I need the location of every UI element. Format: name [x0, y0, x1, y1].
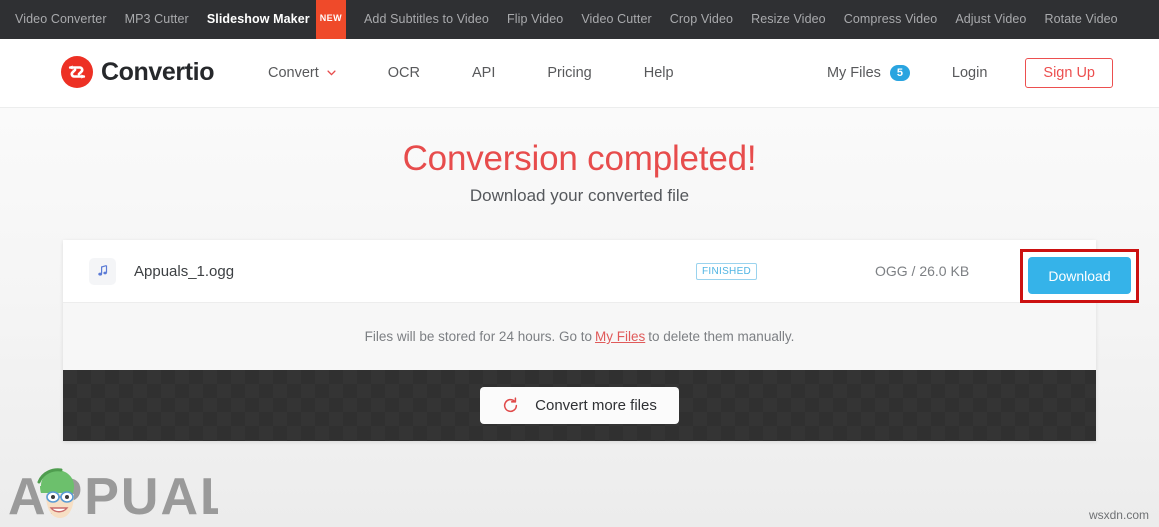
new-badge: NEW — [315, 0, 346, 39]
my-files-inline-link[interactable]: My Files — [595, 329, 645, 344]
svg-text:APPUALS: APPUALS — [8, 468, 218, 524]
nav-item-label: Help — [643, 65, 674, 81]
topbar-item-label: Video Converter — [15, 12, 107, 26]
my-files-count-badge: 5 — [889, 65, 910, 81]
topbar-item-label: Add Subtitles to Video — [363, 12, 489, 26]
nav-item-ocr[interactable]: OCR — [362, 39, 446, 107]
login-link[interactable]: Login — [952, 65, 987, 81]
topbar-item-resize-video[interactable]: Resize Video — [742, 0, 835, 39]
my-files-link[interactable]: My Files 5 — [827, 65, 910, 81]
topbar-item-label: Video Cutter — [581, 12, 652, 26]
my-files-label: My Files — [826, 65, 881, 81]
logo[interactable]: Convertio — [61, 56, 214, 88]
storage-notice: Files will be stored for 24 hours. Go to… — [63, 303, 1096, 370]
file-format-size: OGG / 26.0 KB — [875, 263, 970, 279]
convertio-page: Video Converter MP3 Cutter Slideshow Mak… — [0, 0, 1159, 527]
main-nav: Convert OCR API Pricing Help — [268, 39, 700, 107]
page-subtitle: Download your converted file — [469, 186, 690, 205]
convert-more-files-label: Convert more files — [535, 397, 657, 414]
topbar-item-label: Adjust Video — [955, 12, 1027, 26]
music-note-icon — [89, 257, 116, 285]
topbar-item-slideshow-maker[interactable]: Slideshow Maker NEW — [198, 0, 355, 39]
nav-item-convert[interactable]: Convert — [268, 39, 362, 107]
topbar-item-adjust-video[interactable]: Adjust Video — [946, 0, 1035, 39]
nav-item-label: Pricing — [547, 65, 592, 81]
topbar-item-label: Crop Video — [669, 12, 734, 26]
topbar-item-label: Slideshow Maker — [206, 11, 310, 26]
card-footer: Convert more files — [63, 370, 1096, 441]
nav-item-help[interactable]: Help — [618, 39, 700, 107]
topbar-item-label: Rotate Video — [1044, 12, 1118, 26]
topbar-item-video-cutter[interactable]: Video Cutter — [572, 0, 660, 39]
storage-notice-before: Files will be stored for 24 hours. Go to — [364, 329, 592, 344]
conversion-result-card: Appuals_1.ogg FINISHED OGG / 26.0 KB Dow… — [63, 240, 1139, 441]
page-title: Conversion completed! — [402, 139, 757, 178]
topbar-item-rotate-video[interactable]: Rotate Video — [1035, 0, 1126, 39]
nav-item-api[interactable]: API — [446, 39, 521, 107]
storage-notice-after: to delete them manually. — [648, 329, 795, 344]
brand-name: Convertio — [101, 57, 215, 86]
file-row: Appuals_1.ogg FINISHED OGG / 26.0 KB Dow… — [63, 240, 1139, 303]
wsxdn-watermark: wsxdn.com — [1088, 508, 1149, 522]
status-badge: FINISHED — [696, 262, 758, 280]
topbar-item-compress-video[interactable]: Compress Video — [835, 0, 947, 39]
signup-button[interactable]: Sign Up — [1025, 57, 1113, 89]
topbar-item-crop-video[interactable]: Crop Video — [661, 0, 742, 39]
topbar-item-label: Flip Video — [506, 12, 564, 26]
nav-item-pricing[interactable]: Pricing — [521, 39, 617, 107]
nav-item-label: Convert — [268, 65, 319, 81]
chevron-down-icon — [327, 70, 336, 76]
convert-more-files-button[interactable]: Convert more files — [480, 387, 679, 424]
topbar-item-add-subtitles-to-video[interactable]: Add Subtitles to Video — [355, 0, 498, 39]
page-body: Conversion completed! Download your conv… — [0, 108, 1159, 527]
topbar-item-video-converter[interactable]: Video Converter — [6, 0, 116, 39]
header-actions: My Files 5 Login Sign Up — [827, 39, 1113, 107]
topbar-item-flip-video[interactable]: Flip Video — [498, 0, 572, 39]
convertio-circle-arrows-icon — [61, 56, 93, 88]
topbar-item-label: Resize Video — [751, 12, 826, 26]
site-header: Convertio Convert OCR API Pricing Help M… — [0, 39, 1159, 108]
appuals-watermark: APPUALS — [8, 468, 218, 524]
topbar-item-mp3-cutter[interactable]: MP3 Cutter — [116, 0, 198, 39]
nav-item-label: OCR — [387, 65, 421, 81]
file-name: Appuals_1.ogg — [134, 262, 235, 280]
nav-item-label: API — [472, 65, 496, 81]
refresh-icon — [504, 397, 518, 413]
top-utility-bar: Video Converter MP3 Cutter Slideshow Mak… — [0, 0, 1159, 39]
topbar-item-label: Compress Video — [843, 12, 938, 26]
download-button[interactable]: Download — [1028, 257, 1131, 294]
topbar-item-label: MP3 Cutter — [124, 12, 189, 26]
